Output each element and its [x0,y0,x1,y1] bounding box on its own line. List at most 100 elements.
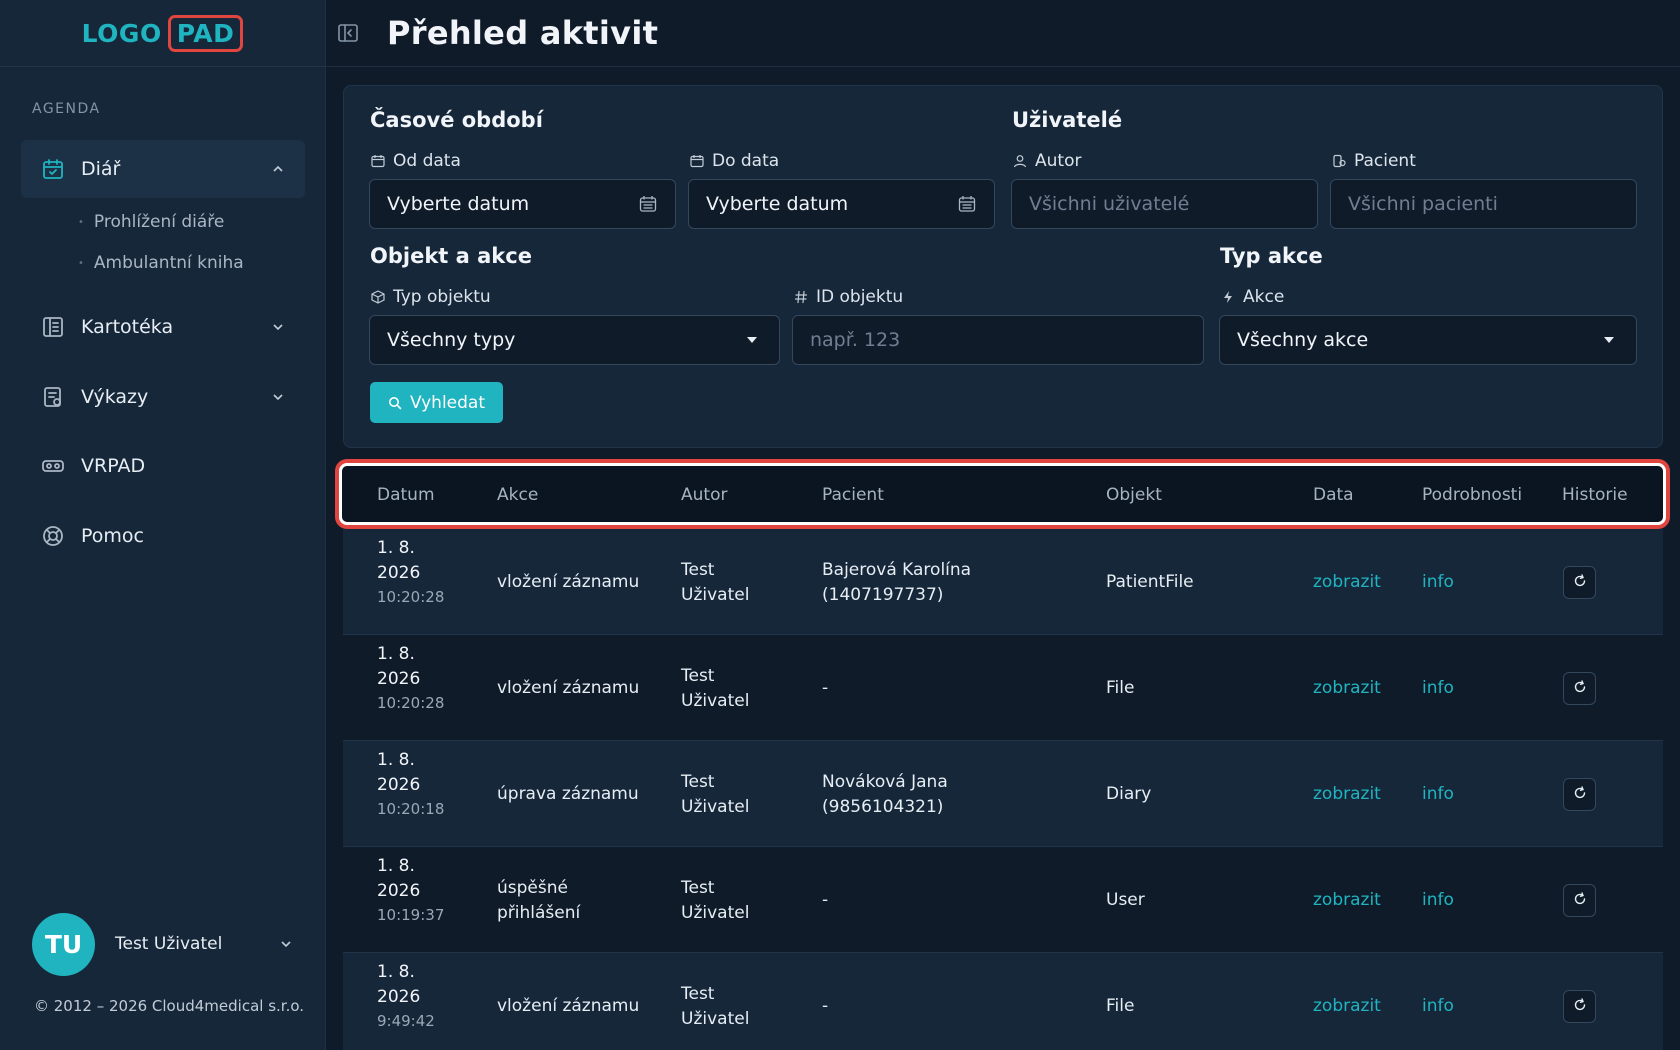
filter-group-title-action-type: Typ akce [1220,244,1323,268]
user-menu[interactable]: TU Test Uživatel [32,912,292,976]
vr-headset-icon [41,454,65,478]
column-header-historie[interactable]: Historie [1562,485,1628,505]
author-cell: Test Uživatel [681,876,749,926]
action-cell: vložení záznamu [497,572,640,592]
author-line1: Test [681,560,715,580]
date-time: 10:19:37 [377,906,445,924]
from-date-value: Vyberte datum [387,193,530,215]
sidebar-subitem-label: Prohlížení diáře [93,212,225,232]
filter-group-title-period: Časové období [370,108,543,132]
header: Přehled aktivit [326,0,1680,67]
column-header-autor[interactable]: Autor [681,485,727,505]
search-button[interactable]: Vyhledat [370,382,503,423]
history-button[interactable] [1563,778,1596,811]
logo-text-part1: LOGO [81,18,162,48]
from-date-picker[interactable]: Vyberte datum [369,179,676,229]
object-id-input[interactable]: např. 123 [792,315,1204,365]
logo-area: LOGO PAD [0,0,325,67]
table-row: 1. 8. 2026 10:20:28 vložení záznamu Test… [343,635,1663,741]
copyright: © 2012 – 2026 Cloud4medical s.r.o. [34,997,305,1015]
filter-group-title-users: Uživatelé [1012,108,1123,132]
cube-icon [370,289,386,305]
sidebar-item-kartoteka[interactable]: Kartotéka [21,298,305,356]
object-cell: File [1106,996,1135,1016]
history-button[interactable] [1563,672,1596,705]
author-input[interactable]: Všichni uživatelé [1011,179,1318,229]
patient-cell: Bajerová Karolína (1407197737) [822,558,971,608]
chevron-down-icon [271,320,285,334]
patient-cell: Nováková Jana (9856104321) [822,770,948,820]
sidebar-subitem-label: Ambulantní kniha [93,253,244,273]
sidebar-item-label: Diář [81,158,121,180]
author-line2: Uživatel [681,797,750,817]
data-link[interactable]: zobrazit [1313,888,1381,913]
sidebar-item-diar[interactable]: Diář [21,140,305,198]
sidebar-item-label: VRPAD [81,455,146,477]
column-header-pacient[interactable]: Pacient [822,485,884,505]
sidebar: LOGO PAD AGENDA Diář • Prohlížení diáře … [0,0,326,1050]
column-header-podrobnosti[interactable]: Podrobnosti [1422,485,1522,505]
caret-down-icon [742,330,762,350]
patient-input[interactable]: Všichni pacienti [1330,179,1637,229]
calendar-icon[interactable] [638,194,658,214]
sidebar-subitem-ambulantni-kniha[interactable]: • Ambulantní kniha [78,253,244,273]
author-cell: Test Uživatel [681,664,749,714]
sidebar-item-label: Výkazy [81,386,149,408]
date-cell: 1. 8. 2026 10:20:28 [377,536,444,608]
sidebar-item-vrpad[interactable]: VRPAD [21,437,305,495]
history-button[interactable] [1563,884,1596,917]
history-button[interactable] [1563,990,1596,1023]
sidebar-toggle-icon[interactable] [336,21,360,45]
details-link[interactable]: info [1422,570,1454,595]
object-cell: Diary [1106,784,1152,804]
data-link[interactable]: zobrazit [1313,782,1381,807]
object-cell: File [1106,678,1135,698]
field-label-action: Akce [1220,287,1284,307]
patient-line1: - [822,678,829,698]
details-link[interactable]: info [1422,676,1454,701]
report-icon [41,385,65,409]
author-line2: Uživatel [681,585,750,605]
column-header-datum[interactable]: Datum [377,485,435,505]
object-type-select[interactable]: Všechny typy [369,315,780,365]
author-line2: Uživatel [681,691,750,711]
chevron-down-icon [280,935,292,954]
search-icon [388,396,402,410]
data-link[interactable]: zobrazit [1313,994,1381,1019]
bullet-icon: • [78,216,84,228]
sidebar-item-pomoc[interactable]: Pomoc [21,507,305,565]
details-link[interactable]: info [1422,994,1454,1019]
field-label-text: Od data [393,151,461,171]
patient-cell: - [822,888,828,913]
date-day: 1. 8. [377,538,415,558]
author-cell: Test Uživatel [681,770,749,820]
patient-line1: Nováková Jana [822,772,948,792]
column-header-objekt[interactable]: Objekt [1106,485,1162,505]
sidebar-item-label: Pomoc [81,525,144,547]
calendar-icon [689,153,705,169]
details-link[interactable]: info [1422,888,1454,913]
column-header-akce[interactable]: Akce [497,485,538,505]
author-line2: Uživatel [681,903,750,923]
data-link[interactable]: zobrazit [1313,676,1381,701]
sidebar-subitem-prohlizeni-diare[interactable]: • Prohlížení diáře [78,212,224,232]
history-button[interactable] [1563,566,1596,599]
date-day: 1. 8. [377,856,415,876]
sidebar-item-vykazy[interactable]: Výkazy [21,368,305,426]
calendar-icon[interactable] [957,194,977,214]
logo[interactable]: LOGO PAD [81,14,244,52]
table-row: 1. 8. 2026 9:49:42 vložení záznamu Test … [343,953,1663,1050]
to-date-picker[interactable]: Vyberte datum [688,179,995,229]
details-link[interactable]: info [1422,782,1454,807]
date-day: 1. 8. [377,750,415,770]
data-link[interactable]: zobrazit [1313,570,1381,595]
field-label-author: Autor [1012,151,1081,171]
calendar-icon [370,153,386,169]
object-cell: PatientFile [1106,572,1194,592]
date-year: 2026 [377,881,421,901]
column-header-data[interactable]: Data [1313,485,1354,505]
field-label-text: Typ objektu [393,287,491,307]
object-cell: User [1106,890,1145,910]
action-select[interactable]: Všechny akce [1219,315,1637,365]
page-title: Přehled aktivit [387,14,659,52]
